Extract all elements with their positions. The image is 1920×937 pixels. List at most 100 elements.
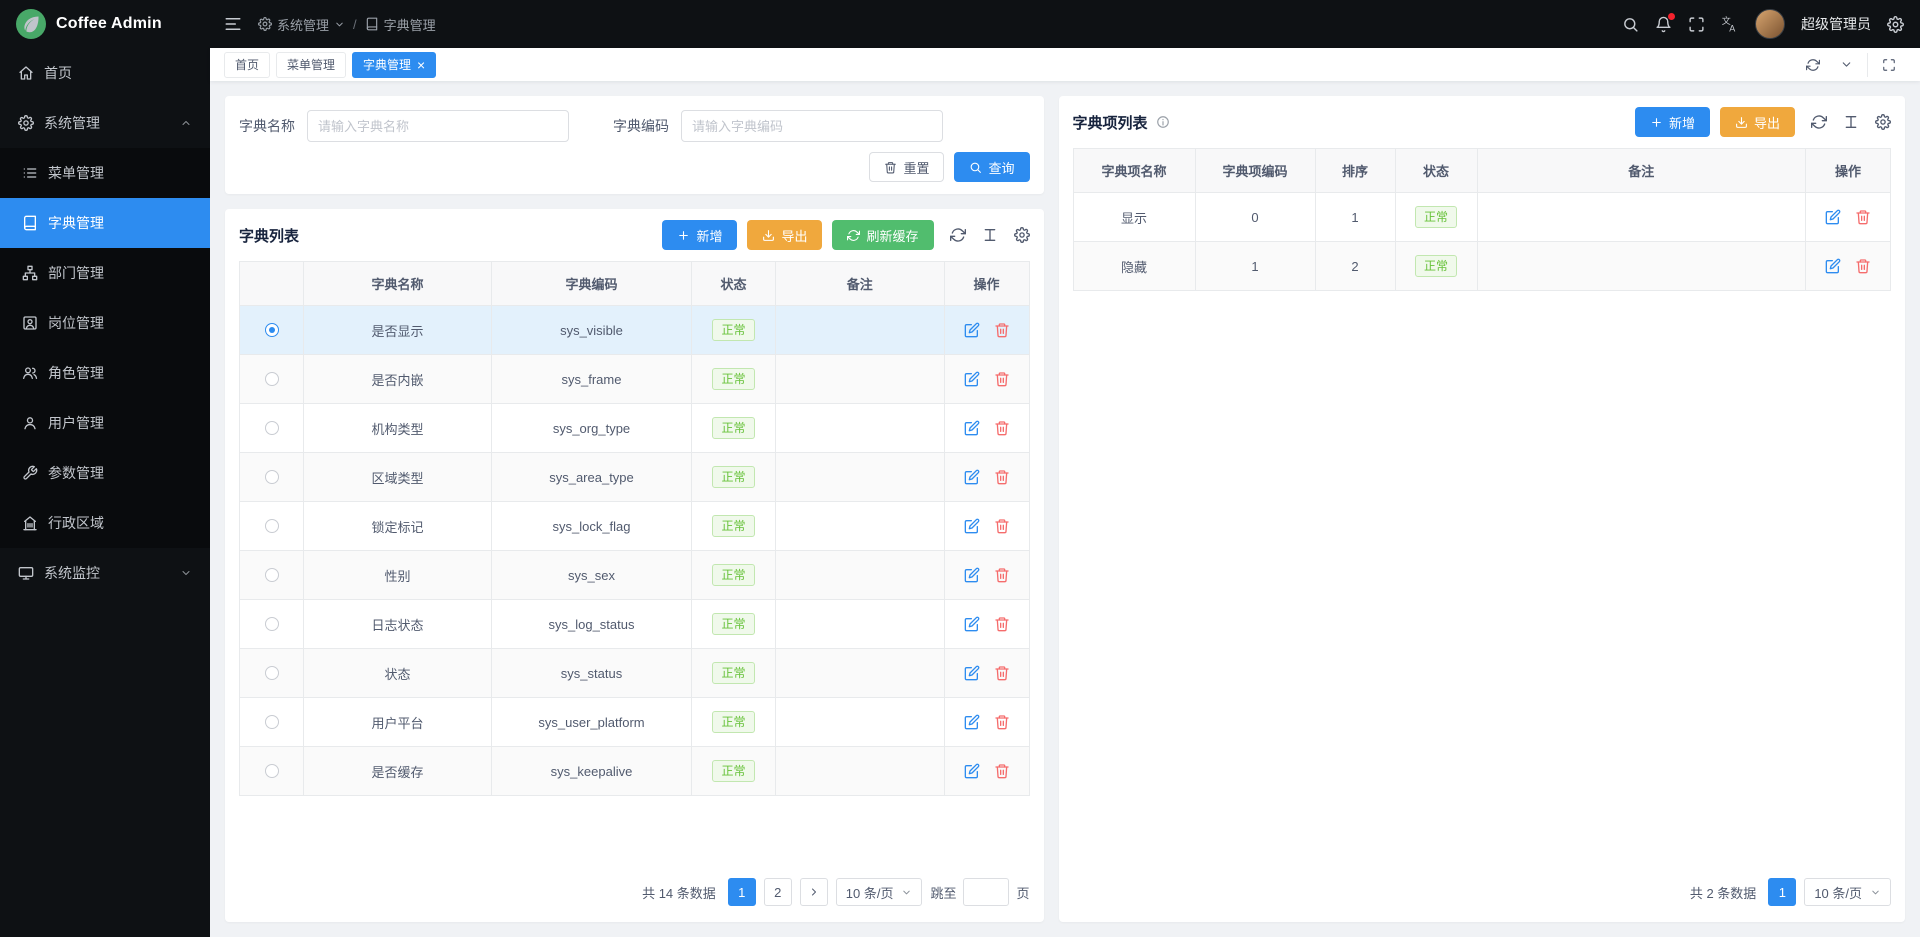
row-select-radio[interactable] [265, 372, 279, 386]
sidebar-item-param-mgmt[interactable]: 参数管理 [0, 448, 210, 498]
refresh-icon[interactable] [1796, 53, 1830, 77]
delete-icon[interactable] [994, 469, 1010, 485]
delete-icon[interactable] [994, 567, 1010, 583]
delete-icon[interactable] [994, 665, 1010, 681]
translate-icon[interactable] [1721, 15, 1739, 33]
chevron-down-icon [901, 887, 912, 898]
app-logo[interactable]: Coffee Admin [0, 9, 210, 39]
tab-home[interactable]: 首页 [224, 52, 270, 78]
menu-fold-icon[interactable] [224, 15, 242, 33]
tab-menu-mgmt[interactable]: 菜单管理 [276, 52, 346, 78]
sidebar-item-user-mgmt[interactable]: 用户管理 [0, 398, 210, 448]
delete-icon[interactable] [994, 322, 1010, 338]
page-2-button[interactable]: 2 [764, 878, 792, 906]
close-icon[interactable]: × [417, 58, 425, 72]
dict-table-row[interactable]: 用户平台 sys_user_platform 正常 [240, 698, 1029, 747]
edit-icon[interactable] [1825, 209, 1841, 225]
density-icon[interactable] [1843, 114, 1859, 130]
dict-table-row[interactable]: 区域类型 sys_area_type 正常 [240, 453, 1029, 502]
fullscreen-icon[interactable] [1688, 16, 1705, 33]
column-settings-gear-icon[interactable] [1875, 114, 1891, 130]
row-select-radio[interactable] [265, 568, 279, 582]
sidebar-item-post-mgmt[interactable]: 岗位管理 [0, 298, 210, 348]
page-size-select[interactable]: 10 条/页 [836, 878, 923, 906]
sidebar-item-home[interactable]: 首页 [0, 48, 210, 98]
dict-table-row[interactable]: 是否缓存 sys_keepalive 正常 [240, 747, 1029, 796]
dict-table-row[interactable]: 锁定标记 sys_lock_flag 正常 [240, 502, 1029, 551]
dict-name-input[interactable] [307, 110, 569, 142]
reset-button[interactable]: 重置 [869, 152, 944, 182]
sidebar-item-system-monitor[interactable]: 系统监控 [0, 548, 210, 598]
row-select-radio[interactable] [265, 421, 279, 435]
edit-icon[interactable] [964, 567, 980, 583]
edit-icon[interactable] [964, 469, 980, 485]
delete-icon[interactable] [994, 714, 1010, 730]
dict-table-row[interactable]: 机构类型 sys_org_type 正常 [240, 404, 1029, 453]
settings-gear-icon[interactable] [1887, 16, 1904, 33]
dict-table-row[interactable]: 是否显示 sys_visible 正常 [240, 306, 1029, 355]
sidebar-item-role-mgmt[interactable]: 角色管理 [0, 348, 210, 398]
edit-icon[interactable] [964, 665, 980, 681]
dict-table-row[interactable]: 性别 sys_sex 正常 [240, 551, 1029, 600]
delete-icon[interactable] [994, 616, 1010, 632]
page-1-button[interactable]: 1 [1768, 878, 1796, 906]
row-select-radio[interactable] [265, 470, 279, 484]
clear-icon [884, 161, 897, 174]
row-select-radio[interactable] [265, 715, 279, 729]
edit-icon[interactable] [964, 714, 980, 730]
row-select-radio[interactable] [265, 323, 279, 337]
row-select-radio[interactable] [265, 764, 279, 778]
edit-icon[interactable] [964, 616, 980, 632]
avatar[interactable] [1755, 9, 1785, 39]
breadcrumb-parent[interactable]: 系统管理 [258, 15, 345, 34]
add-dict-item-button[interactable]: 新增 [1635, 107, 1710, 137]
query-button[interactable]: 查询 [954, 152, 1029, 182]
edit-icon[interactable] [964, 763, 980, 779]
edit-icon[interactable] [1825, 258, 1841, 274]
delete-icon[interactable] [994, 371, 1010, 387]
search-icon[interactable] [1622, 16, 1639, 33]
content-fullscreen-icon[interactable] [1867, 53, 1906, 77]
edit-icon[interactable] [964, 371, 980, 387]
edit-icon[interactable] [964, 518, 980, 534]
export-dict-button[interactable]: 导出 [747, 220, 822, 250]
sidebar-item-dict-mgmt[interactable]: 字典管理 [0, 198, 210, 248]
export-dict-items-button[interactable]: 导出 [1720, 107, 1795, 137]
remark-cell [776, 649, 945, 698]
notification-bell-icon[interactable] [1655, 16, 1672, 33]
username[interactable]: 超级管理员 [1801, 14, 1871, 34]
sidebar-item-system-mgmt[interactable]: 系统管理 [0, 98, 210, 148]
row-select-radio[interactable] [265, 666, 279, 680]
dict-table-row[interactable]: 状态 sys_status 正常 [240, 649, 1029, 698]
delete-icon[interactable] [1855, 209, 1871, 225]
dict-table-row[interactable]: 是否内嵌 sys_frame 正常 [240, 355, 1029, 404]
jump-page-input[interactable] [963, 878, 1009, 906]
info-icon[interactable] [1156, 115, 1170, 129]
tab-dict-mgmt[interactable]: 字典管理 × [352, 52, 436, 78]
refresh-cache-button[interactable]: 刷新缓存 [832, 220, 933, 250]
dict-item-row[interactable]: 隐藏 1 2 正常 [1074, 242, 1891, 291]
sidebar-item-admin-region[interactable]: 行政区域 [0, 498, 210, 548]
delete-icon[interactable] [994, 420, 1010, 436]
refresh-table-icon[interactable] [950, 227, 966, 243]
edit-icon[interactable] [964, 322, 980, 338]
delete-icon[interactable] [994, 763, 1010, 779]
density-icon[interactable] [982, 227, 998, 243]
edit-icon[interactable] [964, 420, 980, 436]
sidebar-item-dept-mgmt[interactable]: 部门管理 [0, 248, 210, 298]
row-select-radio[interactable] [265, 519, 279, 533]
chevron-down-icon[interactable] [1830, 53, 1863, 77]
column-settings-gear-icon[interactable] [1014, 227, 1030, 243]
add-dict-button[interactable]: 新增 [662, 220, 737, 250]
refresh-table-icon[interactable] [1811, 114, 1827, 130]
delete-icon[interactable] [994, 518, 1010, 534]
sidebar-item-menu-mgmt[interactable]: 菜单管理 [0, 148, 210, 198]
next-page-button[interactable] [800, 878, 828, 906]
page-1-button[interactable]: 1 [728, 878, 756, 906]
dict-table-row[interactable]: 日志状态 sys_log_status 正常 [240, 600, 1029, 649]
dict-item-row[interactable]: 显示 0 1 正常 [1074, 193, 1891, 242]
row-select-radio[interactable] [265, 617, 279, 631]
delete-icon[interactable] [1855, 258, 1871, 274]
dict-code-input[interactable] [681, 110, 943, 142]
page-size-select[interactable]: 10 条/页 [1804, 878, 1891, 906]
